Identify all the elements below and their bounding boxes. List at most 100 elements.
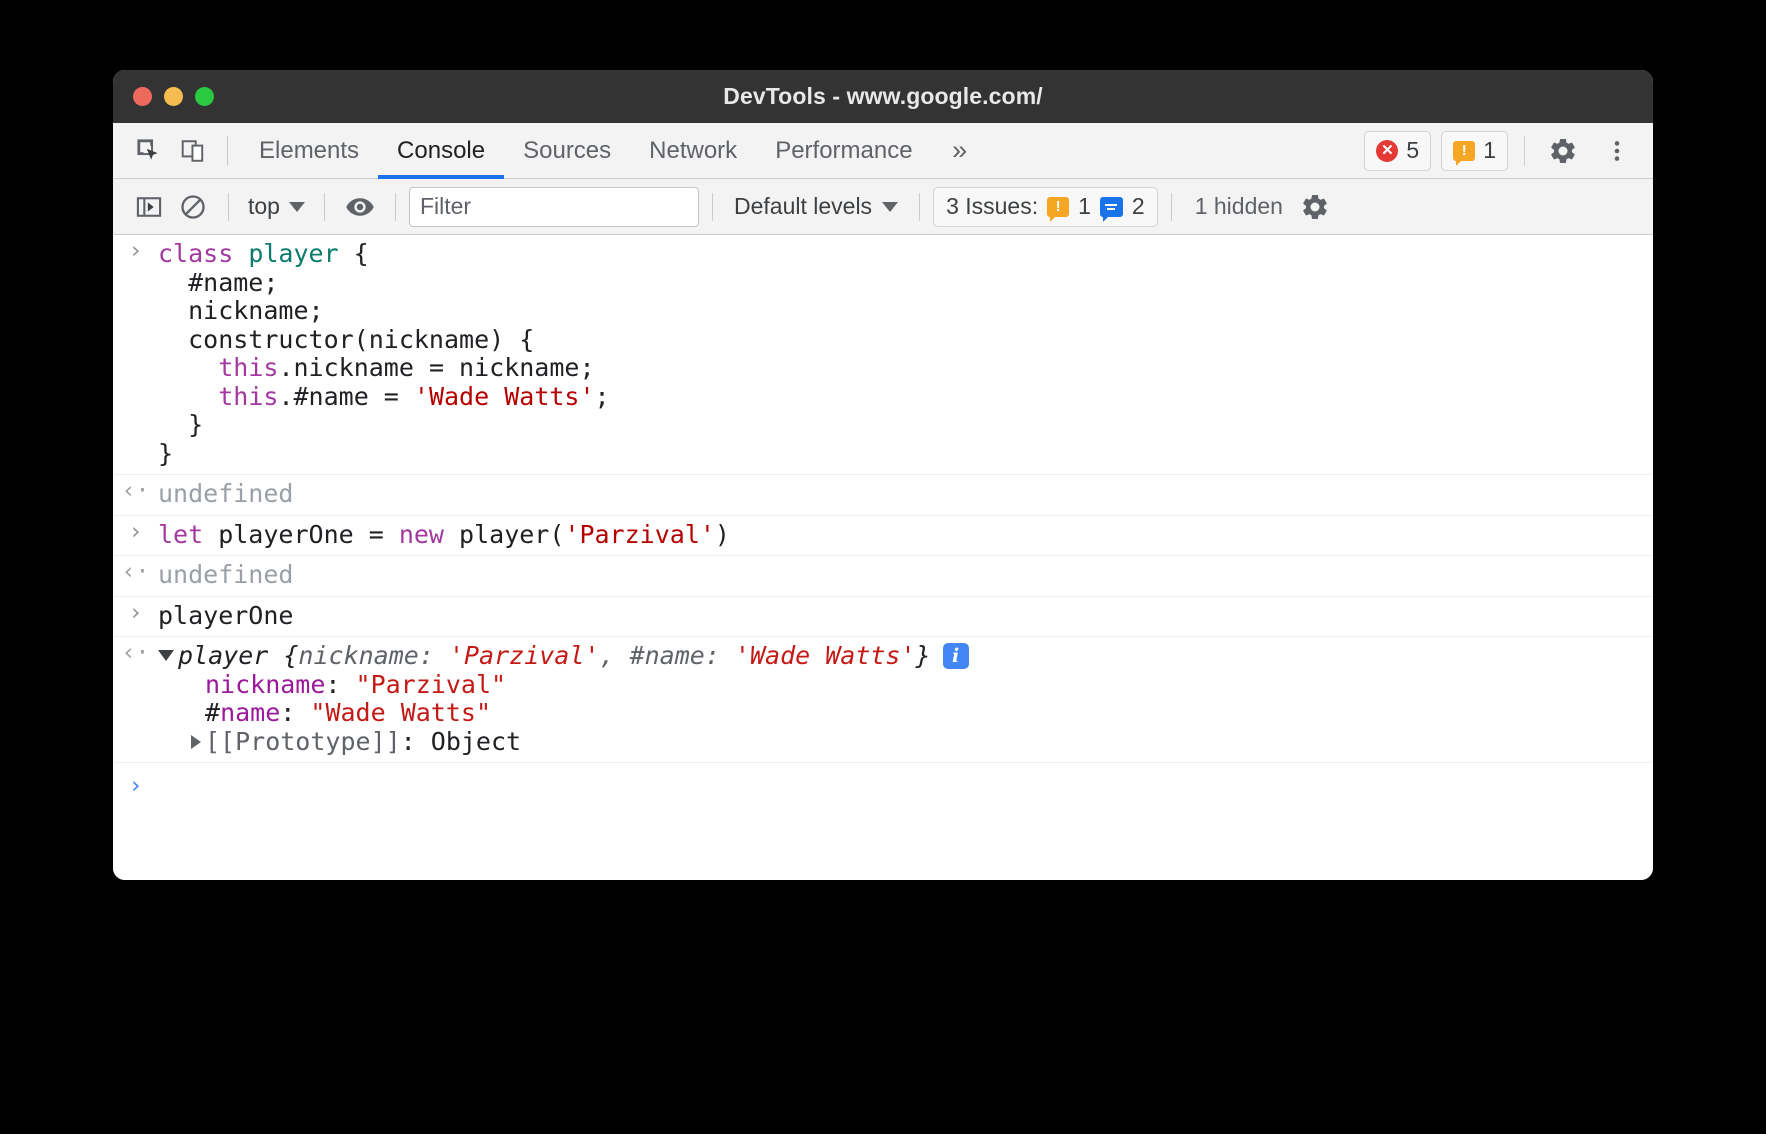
token-plain [158, 353, 218, 382]
console-code-block: undefined [158, 556, 1653, 596]
console-row: ‹· player {nickname: 'Parzival', #name: … [113, 637, 1653, 762]
log-levels-selector[interactable]: Default levels [726, 193, 906, 220]
token-string: 'Wade Watts' [414, 382, 595, 411]
prototype-value: Object [431, 727, 521, 756]
tab-sources[interactable]: Sources [504, 123, 630, 178]
console-message-list[interactable]: › class player { #name; nickname; constr… [113, 235, 1653, 880]
token-class-name: player [248, 239, 338, 268]
issues-button[interactable]: 3 Issues: ! 1 2 [933, 187, 1158, 227]
token-undefined: undefined [158, 560, 293, 589]
console-entry-input: › playerOne [113, 597, 1653, 638]
traffic-light-controls [133, 87, 214, 106]
window-titlebar: DevTools - www.google.com/ [113, 70, 1653, 123]
live-expression-icon[interactable] [338, 185, 382, 229]
inspect-element-icon[interactable] [127, 129, 171, 173]
token-keyword: this [218, 382, 278, 411]
devtools-window: DevTools - www.google.com/ Elements [113, 70, 1653, 880]
console-code-block: playerOne [158, 597, 1653, 637]
warning-icon: ! [1453, 141, 1475, 161]
object-prop-row[interactable]: nickname: "Parzival" [158, 670, 506, 699]
token-plain: .#name = [278, 382, 413, 411]
close-window-button[interactable] [133, 87, 152, 106]
token-keyword: let [158, 520, 203, 549]
console-row: › playerOne [113, 597, 1653, 637]
warning-count-button[interactable]: ! 1 [1441, 131, 1508, 171]
object-prop-row-highlighted[interactable]: #name: "Wade Watts" [158, 698, 491, 727]
device-toolbar-icon[interactable] [171, 129, 215, 173]
console-code-block: undefined [158, 475, 1653, 515]
summary-prop-value: 'Parzival' [449, 641, 600, 670]
console-row: › class player { #name; nickname; constr… [113, 235, 1653, 474]
panel-tabs: Elements Console Sources Network Perform… [240, 123, 932, 178]
input-marker-icon: › [113, 516, 158, 547]
issues-warning-icon: ! [1047, 197, 1069, 217]
token-string: 'Parzival' [564, 520, 715, 549]
more-options-icon[interactable] [1595, 129, 1639, 173]
console-code-block: let playerOne = new player('Parzival') [158, 516, 1653, 556]
toolbar-divider-6 [1171, 193, 1172, 221]
tabbar-right-divider [1524, 136, 1525, 166]
tab-performance[interactable]: Performance [756, 123, 931, 178]
error-icon: ✕ [1376, 140, 1398, 162]
token-plain: } [158, 410, 203, 439]
prop-value: "Wade Watts" [310, 698, 491, 727]
token-keyword: this [218, 353, 278, 382]
console-row[interactable]: › [113, 763, 1653, 801]
tab-network[interactable]: Network [630, 123, 756, 178]
console-code-block: class player { #name; nickname; construc… [158, 235, 1653, 474]
prop-value: "Parzival" [356, 670, 507, 699]
filter-input[interactable] [409, 187, 699, 227]
console-row: ‹· undefined [113, 556, 1653, 596]
chevron-down-icon [882, 202, 898, 212]
token-plain: { [339, 239, 369, 268]
issues-info-icon [1100, 197, 1123, 217]
expand-prototype-triangle-icon[interactable] [191, 735, 201, 749]
more-tabs-icon[interactable]: » [932, 135, 988, 166]
maximize-window-button[interactable] [195, 87, 214, 106]
object-close-brace: } [916, 641, 931, 670]
issues-label: 3 Issues: [946, 193, 1038, 220]
token-plain: #name; [158, 268, 278, 297]
output-marker-icon: ‹· [113, 556, 158, 587]
output-marker-icon: ‹· [113, 637, 158, 668]
token-plain: ; [595, 382, 610, 411]
console-settings-gear-icon[interactable] [1293, 185, 1337, 229]
prop-key: name [220, 698, 280, 727]
prop-key: nickname [205, 670, 325, 699]
prop-colon: : [325, 670, 355, 699]
error-count-button[interactable]: ✕ 5 [1364, 131, 1431, 171]
console-row: ‹· undefined [113, 475, 1653, 515]
output-marker-icon: ‹· [113, 475, 158, 506]
prototype-colon: : [401, 727, 431, 756]
object-prototype-row[interactable]: [[Prototype]]: Object [158, 727, 521, 756]
console-sidebar-icon[interactable] [127, 185, 171, 229]
console-prompt-input[interactable] [158, 770, 1653, 781]
prototype-key: [[Prototype]] [205, 727, 401, 756]
toolbar-divider-5 [919, 193, 920, 221]
token-plain: ) [715, 520, 730, 549]
object-inspector[interactable]: player {nickname: 'Parzival', #name: 'Wa… [158, 637, 1653, 762]
tabbar-right-group: ✕ 5 ! 1 [1364, 129, 1653, 173]
issues-info-count: 2 [1132, 193, 1145, 220]
token-plain: playerOne [158, 601, 293, 630]
token-undefined: undefined [158, 479, 293, 508]
clear-console-icon[interactable] [171, 185, 215, 229]
tab-console[interactable]: Console [378, 123, 504, 178]
gear-icon[interactable] [1541, 129, 1585, 173]
token-plain: } [158, 439, 173, 468]
console-entry-prompt[interactable]: › [113, 763, 1653, 801]
minimize-window-button[interactable] [164, 87, 183, 106]
tab-elements[interactable]: Elements [240, 123, 378, 178]
token-plain [158, 382, 218, 411]
warning-count-label: 1 [1483, 137, 1496, 164]
info-icon[interactable]: i [943, 643, 969, 669]
console-entry-output: ‹· undefined [113, 556, 1653, 597]
tabbar-divider [227, 136, 228, 166]
error-count-label: 5 [1406, 137, 1419, 164]
console-entry-object-output: ‹· player {nickname: 'Parzival', #name: … [113, 637, 1653, 763]
expand-object-triangle-icon[interactable] [158, 650, 174, 661]
execution-context-selector[interactable]: top [242, 193, 311, 220]
token-plain: player( [444, 520, 564, 549]
chevron-down-icon [289, 202, 305, 212]
prop-colon: : [280, 698, 310, 727]
